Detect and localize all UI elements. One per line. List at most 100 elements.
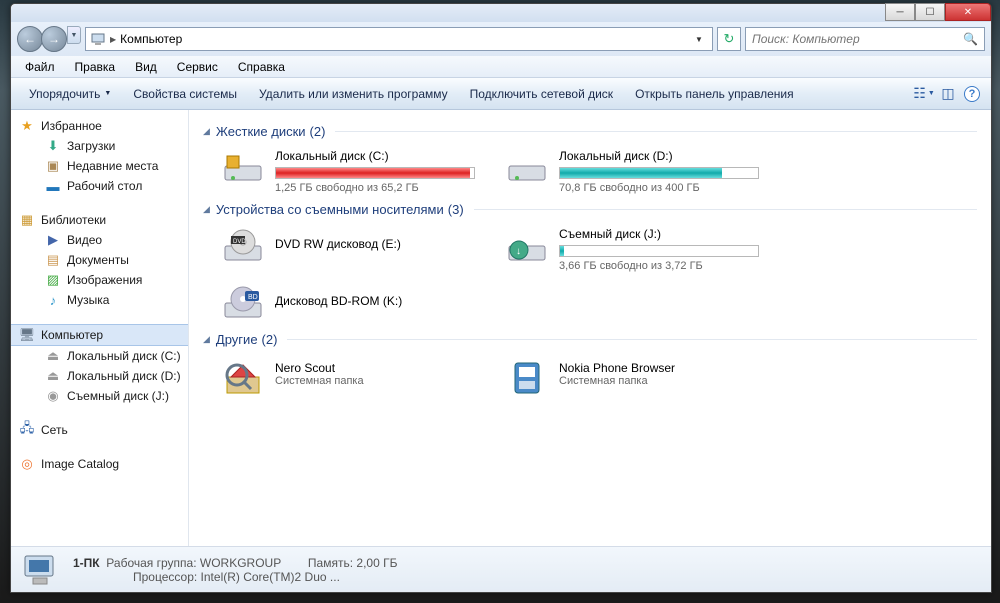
navigation-pane: ★Избранное ⬇Загрузки ▣Недавние места ▬Ра… [11,110,189,546]
minimize-button[interactable]: ─ [885,3,915,21]
forward-arrow-icon: → [48,32,60,46]
drive-icon: ⏏ [45,348,61,364]
map-network-drive-button[interactable]: Подключить сетевой диск [460,83,623,105]
sidebar-network[interactable]: 🖧Сеть [11,420,188,440]
drive-d[interactable]: Локальный диск (D:) 70,8 ГБ свободно из … [505,149,765,194]
sidebar-libraries[interactable]: ▦Библиотеки [11,210,188,230]
drive-dvd[interactable]: DVD DVD RW дисковод (E:) [221,227,481,272]
drive-free-space: 1,25 ГБ свободно из 65,2 ГБ [275,182,481,194]
sidebar-item-pictures[interactable]: ▨Изображения [11,270,188,290]
documents-icon: ▤ [45,252,61,268]
help-button[interactable]: ? [961,83,983,105]
sidebar-computer[interactable]: 🖥Компьютер [11,324,188,346]
back-button[interactable]: ← [17,26,43,52]
uninstall-program-button[interactable]: Удалить или изменить программу [249,83,458,105]
sidebar-image-catalog[interactable]: ◎Image Catalog [11,454,188,474]
breadcrumb-computer[interactable]: Компьютер [120,32,182,46]
drive-free-space: 3,66 ГБ свободно из 3,72 ГБ [559,260,765,272]
maximize-icon: ☐ [926,7,935,18]
open-control-panel-button[interactable]: Открыть панель управления [625,83,804,105]
help-icon: ? [964,86,980,102]
address-bar[interactable]: ▶ Компьютер ▼ [85,27,713,51]
refresh-button[interactable]: ↻ [717,27,741,51]
sidebar-item-desktop[interactable]: ▬Рабочий стол [11,176,188,196]
drive-j[interactable]: ↓ Съемный диск (J:) 3,66 ГБ свободно из … [505,227,765,272]
status-cpu: Intel(R) Core(TM)2 Duo ... [201,570,340,584]
sidebar-item-music[interactable]: ♪Музыка [11,290,188,310]
view-icon: ☷ [913,85,926,102]
search-box[interactable]: 🔍 [745,27,985,51]
group-removable[interactable]: ◢ Устройства со съемными носителями (3) [203,202,977,217]
preview-pane-icon: ◫ [941,85,954,102]
svg-text:↓: ↓ [516,246,521,257]
drive-bd[interactable]: BD Дисковод BD-ROM (K:) [221,284,441,324]
sidebar-item-drive-d[interactable]: ⏏Локальный диск (D:) [11,366,188,386]
video-icon: ▶ [45,232,61,248]
computer-large-icon [21,552,61,588]
svg-text:BD: BD [248,294,258,301]
drive-c[interactable]: Локальный диск (C:) 1,25 ГБ свободно из … [221,149,481,194]
details-pane: 1-ПК Рабочая группа: WORKGROUP Память: 2… [11,546,991,592]
explorer-window: ─ ☐ ✕ ← → ▼ ▶ Компьютер ▼ ↻ 🔍 Файл Правк… [10,3,992,593]
drive-label: Съемный диск (J:) [559,227,765,241]
removable-drive-icon: ↓ [505,227,549,267]
sidebar-item-videos[interactable]: ▶Видео [11,230,188,250]
capacity-bar [275,167,475,179]
maximize-button[interactable]: ☐ [915,3,945,21]
computer-icon [90,31,106,47]
nero-scout-icon [221,357,265,397]
removable-drive-icon: ◉ [45,388,61,404]
nav-history-dropdown[interactable]: ▼ [67,26,81,44]
menu-tools[interactable]: Сервис [167,58,228,76]
address-dropdown[interactable]: ▼ [690,35,708,44]
item-type: Системная папка [559,375,765,387]
forward-button[interactable]: → [41,26,67,52]
sidebar-item-drive-j[interactable]: ◉Съемный диск (J:) [11,386,188,406]
nav-row: ← → ▼ ▶ Компьютер ▼ ↻ 🔍 [11,22,991,56]
svg-text:DVD: DVD [233,239,246,245]
menu-view[interactable]: Вид [125,58,167,76]
sidebar-item-drive-c[interactable]: ⏏Локальный диск (C:) [11,346,188,366]
item-label: Nokia Phone Browser [559,361,765,375]
search-icon[interactable]: 🔍 [963,32,978,46]
refresh-icon: ↻ [724,31,735,47]
bd-drive-icon: BD [221,284,265,324]
sidebar-item-downloads[interactable]: ⬇Загрузки [11,136,188,156]
drive-icon: ⏏ [45,368,61,384]
sidebar-item-recent[interactable]: ▣Недавние места [11,156,188,176]
preview-pane-button[interactable]: ◫ [937,83,959,105]
close-icon: ✕ [964,7,972,18]
group-other[interactable]: ◢ Другие (2) [203,332,977,347]
status-workgroup: WORKGROUP [200,556,281,570]
content-pane: ◢ Жесткие диски (2) Локальный диск (C:) … [189,110,991,546]
system-properties-button[interactable]: Свойства системы [123,83,247,105]
group-hard-drives[interactable]: ◢ Жесткие диски (2) [203,124,977,139]
hard-drive-icon [221,149,265,189]
search-input[interactable] [752,32,963,46]
menu-help[interactable]: Справка [228,58,295,76]
catalog-icon: ◎ [19,456,35,472]
desktop-icon: ▬ [45,178,61,194]
status-pc-name: 1-ПК [73,556,100,570]
recent-icon: ▣ [45,158,61,174]
item-nokia-browser[interactable]: Nokia Phone Browser Системная папка [505,357,765,397]
menu-edit[interactable]: Правка [65,58,126,76]
libraries-icon: ▦ [19,212,35,228]
star-icon: ★ [19,118,35,134]
close-button[interactable]: ✕ [945,3,991,21]
drive-label: DVD RW дисковод (E:) [275,237,481,251]
item-nero-scout[interactable]: Nero Scout Системная папка [221,357,481,397]
nokia-browser-icon [505,357,549,397]
downloads-icon: ⬇ [45,138,61,154]
sidebar-item-documents[interactable]: ▤Документы [11,250,188,270]
organize-button[interactable]: Упорядочить ▼ [19,83,121,105]
capacity-bar [559,245,759,257]
chevron-down-icon: ▼ [104,90,111,97]
collapse-icon: ◢ [203,126,210,137]
menu-file[interactable]: Файл [15,58,65,76]
sidebar-favorites[interactable]: ★Избранное [11,116,188,136]
collapse-icon: ◢ [203,334,210,345]
music-icon: ♪ [45,292,61,308]
view-options-button[interactable]: ☷▼ [913,83,935,105]
pictures-icon: ▨ [45,272,61,288]
